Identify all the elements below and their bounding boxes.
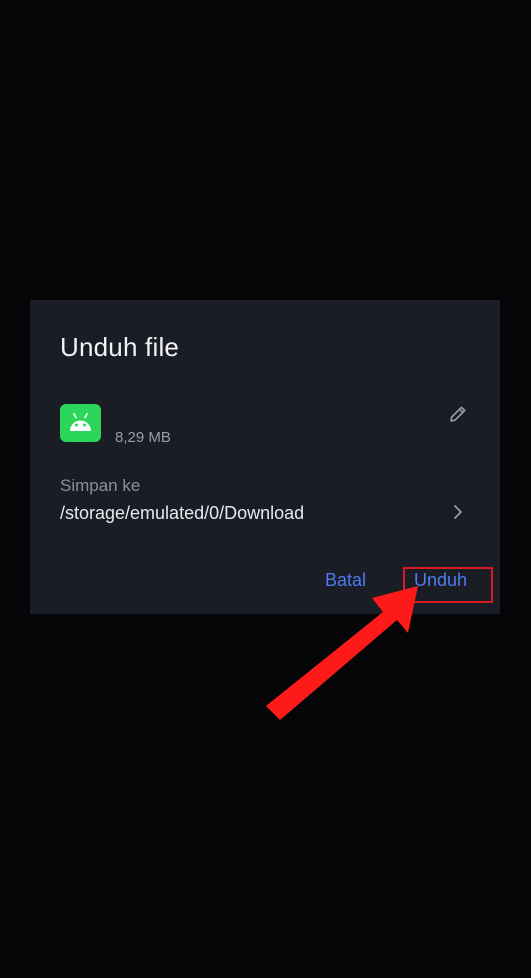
screen-background: Unduh file 8,29 MB Simpan ke /storage/em…	[0, 0, 531, 978]
dialog-title: Unduh file	[60, 332, 180, 362]
download-dialog: Unduh file 8,29 MB Simpan ke /storage/em…	[30, 300, 500, 614]
save-location-label: Simpan ke	[60, 476, 141, 495]
android-icon	[60, 404, 101, 442]
chevron-right-icon	[454, 505, 462, 519]
save-location-chevron[interactable]	[448, 500, 468, 524]
save-location-path[interactable]: /storage/emulated/0/Download	[60, 503, 304, 524]
download-button[interactable]: Unduh	[414, 570, 467, 591]
file-size: 8,29 MB	[115, 429, 171, 446]
cancel-button[interactable]: Batal	[325, 570, 366, 591]
pencil-icon	[450, 406, 466, 422]
edit-filename-button[interactable]	[446, 402, 470, 426]
